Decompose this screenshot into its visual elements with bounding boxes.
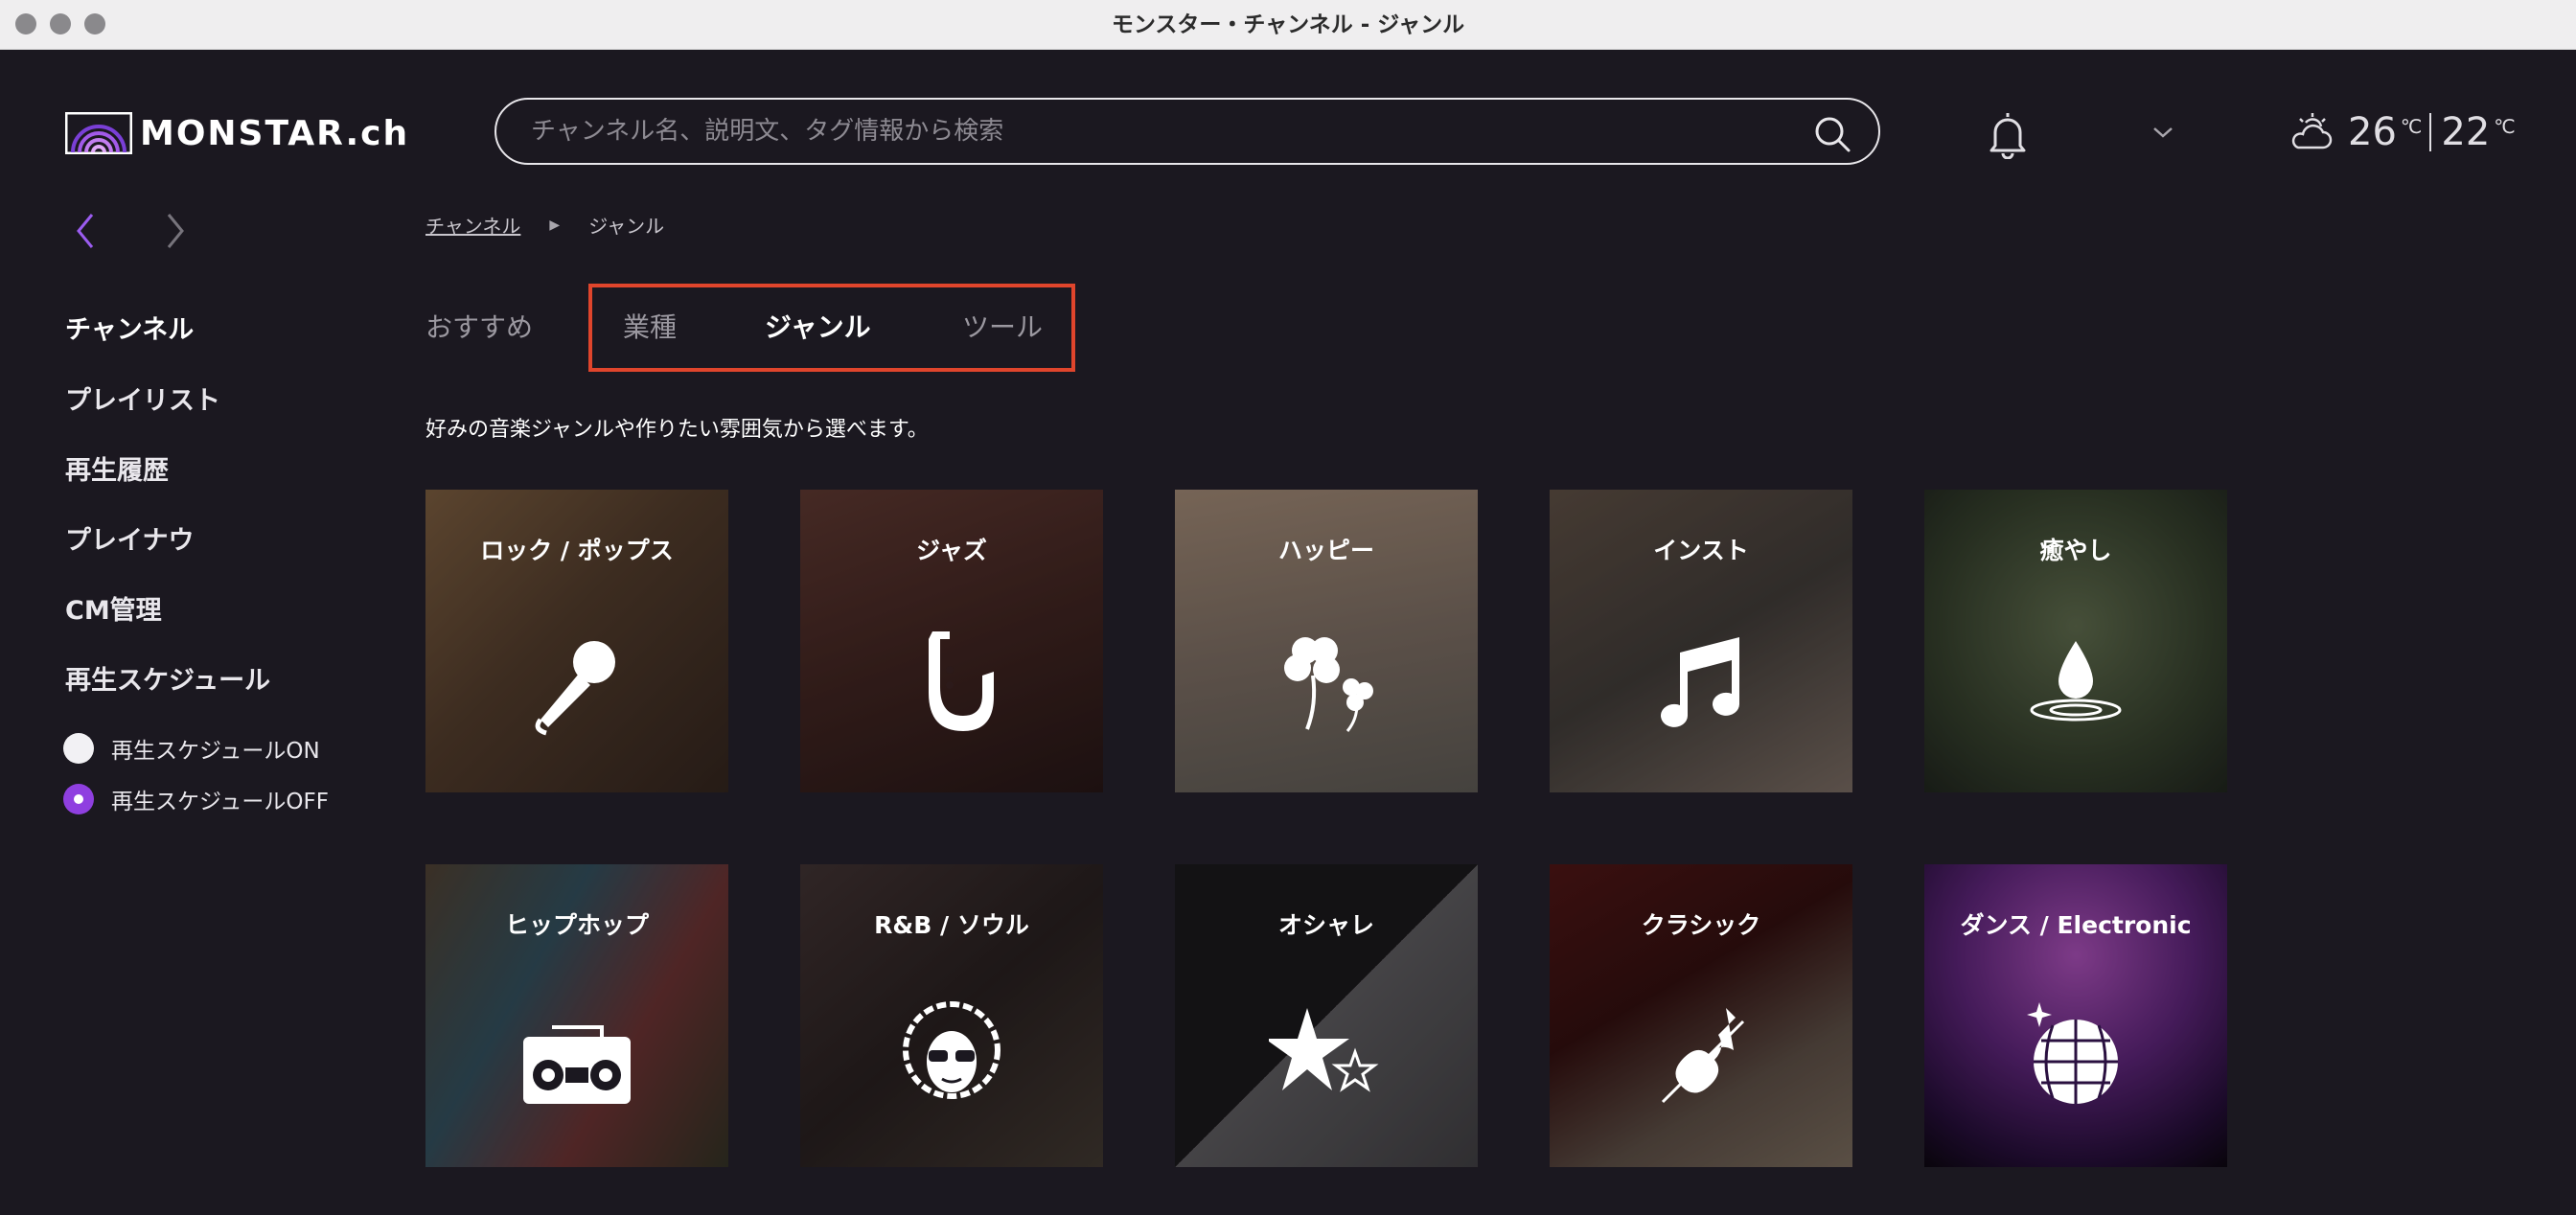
clover-icon [1284,637,1373,732]
genre-tile-happy[interactable]: ハッピー [1175,490,1478,792]
app-content: MONSTAR.ch 26 ℃ 22 ℃ [0,50,2576,1215]
schedule-on-radio[interactable] [63,733,94,764]
violin-icon [1661,1008,1745,1104]
account-menu-chevron-down-icon[interactable] [2150,123,2175,142]
genre-tile-rnb-soul[interactable]: R&B / ソウル [800,864,1103,1167]
sidebar-item-schedule[interactable]: 再生スケジュール [65,659,270,697]
schedule-on-option[interactable]: 再生スケジュールON [63,732,320,765]
genre-tile-healing[interactable]: 癒やし [1924,490,2227,792]
schedule-off-label: 再生スケジュールOFF [111,790,329,814]
genre-label: クラシック [1641,911,1761,939]
genre-label: ヒップホップ [504,911,649,939]
back-arrow-icon[interactable] [69,207,102,255]
notification-bell-icon[interactable] [1984,109,2032,159]
afro-sunglasses-icon [903,1001,1000,1099]
logo-mark-icon [65,112,132,154]
disco-ball-icon [2027,1002,2118,1104]
temp-low-unit: ℃ [2494,115,2516,138]
search-icon[interactable] [1813,115,1852,153]
forward-arrow-icon[interactable] [159,207,192,255]
genre-tile-hiphop[interactable]: ヒップホップ [426,864,728,1167]
schedule-on-label: 再生スケジュールON [111,739,320,764]
cloudy-sun-icon [2291,113,2333,149]
temp-divider [2429,113,2432,151]
tab-recommended[interactable]: おすすめ [426,307,533,345]
saxophone-icon [929,631,994,731]
genre-label: ダンス / Electronic [1960,911,2192,939]
search-input[interactable] [531,100,1777,163]
music-note-icon [1661,637,1739,727]
window-title: モンスター・チャンネル - ジャンル [1111,12,1465,37]
sidebar-item-play-now[interactable]: プレイナウ [65,519,194,557]
breadcrumb-current: ジャンル [588,215,665,238]
genre-label: インスト [1653,537,1749,564]
genre-label: ロック / ポップス [480,537,674,564]
genre-tile-classical[interactable]: クラシック [1550,864,1852,1167]
microphone-icon [535,641,615,736]
genre-tile-rock-pops[interactable]: ロック / ポップス [426,490,728,792]
tabs-highlight-box [588,284,1075,372]
genre-tile-dance-electronic[interactable]: ダンス / Electronic [1924,864,2227,1167]
sidebar-item-cm[interactable]: CM管理 [65,589,162,627]
genre-label: 癒やし [2039,537,2112,564]
breadcrumb: チャンネル ▶ ジャンル [426,211,664,239]
breadcrumb-link-channel[interactable]: チャンネル [426,211,520,239]
genre-label: ハッピー [1277,537,1374,564]
schedule-off-option[interactable]: 再生スケジュールOFF [63,783,329,815]
brand-logo[interactable]: MONSTAR.ch [65,111,409,155]
genre-label: R&B / ソウル [874,911,1029,939]
page-subtitle: 好みの音楽ジャンルや作りたい雰囲気から選べます。 [426,418,929,442]
genre-tile-jazz[interactable]: ジャズ [800,490,1103,792]
temp-high-unit: ℃ [2400,115,2423,138]
window-titlebar: モンスター・チャンネル - ジャンル [0,0,2576,50]
breadcrumb-separator-icon: ▶ [549,217,561,233]
sidebar-item-history[interactable]: 再生履歴 [65,449,169,487]
genre-label: ジャズ [916,537,987,564]
water-drop-icon [2030,641,2122,722]
genre-label: オシャレ [1277,911,1374,939]
genre-tile-instrumental[interactable]: インスト [1550,490,1852,792]
boombox-icon [523,1025,631,1104]
genre-tile-stylish[interactable]: オシャレ [1175,864,1478,1167]
search-box[interactable] [494,98,1880,165]
weather-widget: 26 ℃ 22 ℃ [2287,105,2516,159]
logo-text: MONSTAR.ch [140,113,410,153]
schedule-off-radio[interactable] [63,784,94,814]
temp-low: 22 [2441,110,2491,154]
sidebar-item-channel[interactable]: チャンネル [65,309,194,346]
sidebar-item-playlist[interactable]: プレイリスト [65,379,220,417]
stars-icon [1269,1008,1379,1092]
temp-high: 26 [2348,110,2397,154]
